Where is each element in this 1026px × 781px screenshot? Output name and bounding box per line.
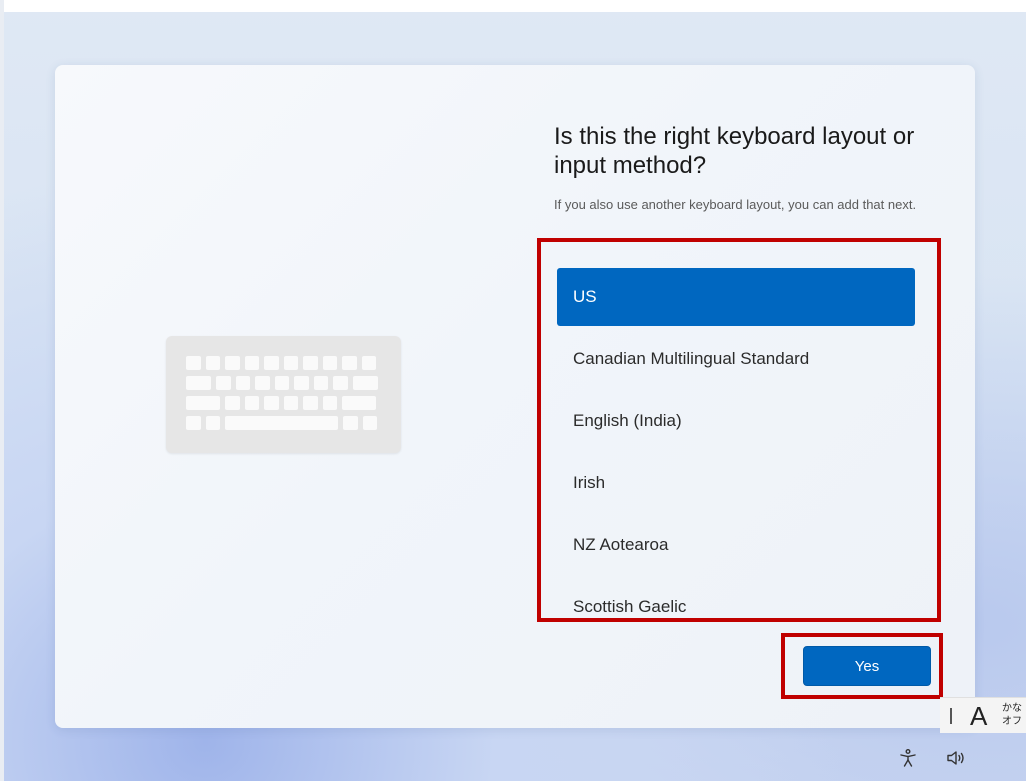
keyboard-illustration bbox=[166, 336, 401, 453]
list-item-scottish-gaelic[interactable]: Scottish Gaelic bbox=[557, 578, 915, 612]
list-item-us[interactable]: US bbox=[557, 268, 915, 326]
ime-kana-line2: オフ bbox=[1002, 716, 1022, 727]
ime-kana-toggle[interactable]: かな オフ bbox=[1000, 702, 1024, 728]
ime-toolbar[interactable]: A かな オフ bbox=[940, 697, 1026, 733]
list-item-canadian-multilingual[interactable]: Canadian Multilingual Standard bbox=[557, 330, 915, 388]
accessibility-icon[interactable] bbox=[896, 746, 920, 770]
volume-icon[interactable] bbox=[944, 746, 968, 770]
yes-button[interactable]: Yes bbox=[803, 646, 931, 686]
page-subtitle: If you also use another keyboard layout,… bbox=[554, 197, 917, 212]
list-item-nz-aotearoa[interactable]: NZ Aotearoa bbox=[557, 516, 915, 574]
ime-input-mode[interactable]: A bbox=[970, 700, 987, 732]
top-bar bbox=[4, 0, 1026, 12]
list-item-irish[interactable]: Irish bbox=[557, 454, 915, 512]
page-title: Is this the right keyboard layout or inp… bbox=[554, 123, 915, 179]
ime-kana-line1: かな bbox=[1002, 703, 1022, 714]
keyboard-layout-list[interactable]: US Canadian Multilingual Standard Englis… bbox=[557, 268, 915, 612]
list-item-english-india[interactable]: English (India) bbox=[557, 392, 915, 450]
ime-grip[interactable] bbox=[950, 708, 952, 724]
window-edge bbox=[0, 0, 4, 781]
